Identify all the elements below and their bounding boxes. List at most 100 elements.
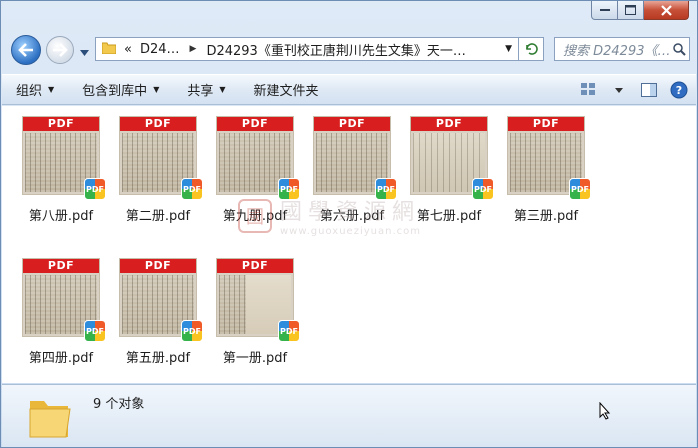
file-item[interactable]: PDF PDF 第九册.pdf: [207, 106, 303, 224]
pdf-app-icon: PDF: [278, 320, 300, 342]
maximize-button[interactable]: [618, 1, 644, 20]
file-list[interactable]: PDF PDF 第八册.pdf PDF PDF 第二册.pdf PDF PDF 第九册.pdf P…: [2, 106, 696, 383]
file-name: 第六册.pdf: [319, 209, 385, 224]
file-item[interactable]: PDF PDF 第六册.pdf: [304, 106, 400, 224]
mouse-cursor-icon: [599, 401, 611, 423]
file-item[interactable]: PDF PDF 第三册.pdf: [498, 106, 594, 224]
file-name: 第一册.pdf: [222, 351, 288, 366]
watermark-url: www.guoxueziyuan.com: [280, 226, 421, 237]
pdf-app-icon: PDF: [278, 178, 300, 200]
pdf-app-icon: PDF: [84, 178, 106, 200]
search-box[interactable]: 搜索 D24293《…: [554, 37, 690, 61]
file-name: 第四册.pdf: [28, 351, 94, 366]
pdf-app-icon: PDF: [375, 178, 397, 200]
preview-pane-icon: [641, 83, 657, 97]
share-label: 共享: [187, 84, 214, 99]
search-input[interactable]: 搜索 D24293《…: [555, 40, 669, 59]
pdf-label: PDF: [217, 117, 293, 131]
chevron-down-icon: ▼: [48, 85, 55, 94]
preview-pane-button[interactable]: [638, 79, 660, 101]
pdf-thumbnail: PDF PDF: [216, 258, 300, 342]
include-in-library-menu[interactable]: 包含到库中 ▼: [68, 75, 173, 104]
file-item[interactable]: PDF PDF 第五册.pdf: [110, 248, 206, 366]
file-item[interactable]: PDF PDF 第四册.pdf: [13, 248, 109, 366]
recent-pages-dropdown[interactable]: [80, 45, 89, 59]
pdf-thumbnail: PDF PDF: [313, 116, 397, 200]
pdf-thumbnail: PDF PDF: [22, 258, 106, 342]
view-options-button[interactable]: [578, 79, 600, 101]
explorer-window: « D24… ▶ D24293《重刊校正唐荆川先生文集》天一… ▼ 搜索 D24…: [0, 0, 698, 448]
pdf-label: PDF: [120, 117, 196, 131]
back-arrow-icon: [18, 43, 33, 57]
help-icon: ?: [670, 81, 688, 99]
forward-button[interactable]: [46, 36, 74, 64]
share-menu[interactable]: 共享 ▼: [173, 75, 239, 104]
help-button[interactable]: ?: [668, 79, 690, 101]
pdf-thumbnail: PDF PDF: [119, 258, 203, 342]
file-name: 第八册.pdf: [28, 209, 94, 224]
file-name: 第七册.pdf: [416, 209, 482, 224]
pdf-app-icon: PDF: [181, 320, 203, 342]
forward-arrow-icon: [53, 43, 68, 57]
details-pane: 9 个对象: [2, 384, 696, 447]
file-item[interactable]: PDF PDF 第一册.pdf: [207, 248, 303, 366]
pdf-thumbnail: PDF PDF: [119, 116, 203, 200]
close-icon: [660, 4, 672, 16]
command-bar: 组织 ▼ 包含到库中 ▼ 共享 ▼ 新建文件夹 ?: [2, 74, 696, 105]
svg-text:?: ?: [676, 84, 682, 97]
pdf-thumbnail: PDF PDF: [22, 116, 106, 200]
pdf-label: PDF: [314, 117, 390, 131]
window-controls: [591, 1, 689, 20]
folder-icon: [28, 393, 72, 442]
breadcrumb-separator-icon[interactable]: ▶: [184, 44, 203, 54]
breadcrumb-segment-parent[interactable]: D24…: [136, 42, 184, 57]
pdf-thumbnail: PDF PDF: [216, 116, 300, 200]
refresh-button[interactable]: [519, 37, 544, 61]
file-name: 第二册.pdf: [125, 209, 191, 224]
file-item[interactable]: PDF PDF 第七册.pdf: [401, 106, 497, 224]
breadcrumb-segment-current[interactable]: D24293《重刊校正唐荆川先生文集》天一…: [202, 40, 469, 59]
organize-label: 组织: [16, 84, 43, 99]
organize-menu[interactable]: 组织 ▼: [2, 75, 68, 104]
view-options-icon: [581, 83, 595, 95]
file-item[interactable]: PDF PDF 第二册.pdf: [110, 106, 206, 224]
new-folder-label: 新建文件夹: [253, 84, 319, 99]
pdf-thumbnail: PDF PDF: [410, 116, 494, 200]
file-item[interactable]: PDF PDF 第八册.pdf: [13, 106, 109, 224]
pdf-app-icon: PDF: [181, 178, 203, 200]
back-button[interactable]: [11, 35, 41, 65]
minimize-icon: [599, 9, 610, 11]
pdf-label: PDF: [508, 117, 584, 131]
chevron-down-icon: [80, 50, 89, 56]
maximize-icon: [625, 5, 636, 15]
pdf-thumbnail: PDF PDF: [507, 116, 591, 200]
refresh-icon: [526, 43, 538, 55]
breadcrumb-root[interactable]: «: [120, 42, 136, 57]
toolbar-right-group: ?: [578, 79, 690, 101]
item-count: 9 个对象: [93, 397, 145, 412]
pdf-label: PDF: [23, 259, 99, 273]
pdf-app-icon: PDF: [472, 178, 494, 200]
folder-icon: [101, 41, 117, 58]
file-name: 第五册.pdf: [125, 351, 191, 366]
pdf-app-icon: PDF: [84, 320, 106, 342]
view-dropdown-button[interactable]: [608, 79, 630, 101]
pdf-app-icon: PDF: [569, 178, 591, 200]
pdf-label: PDF: [120, 259, 196, 273]
chevron-down-icon: ▼: [153, 85, 160, 94]
search-icon[interactable]: [669, 42, 689, 56]
include-in-library-label: 包含到库中: [82, 84, 148, 99]
address-bar[interactable]: « D24… ▶ D24293《重刊校正唐荆川先生文集》天一… ▼: [95, 37, 519, 61]
address-dropdown-icon[interactable]: ▼: [505, 44, 512, 54]
navigation-row: « D24… ▶ D24293《重刊校正唐荆川先生文集》天一… ▼ 搜索 D24…: [1, 31, 698, 71]
minimize-button[interactable]: [591, 1, 618, 20]
close-button[interactable]: [644, 1, 689, 20]
pdf-label: PDF: [411, 117, 487, 131]
chevron-down-icon: [615, 87, 623, 93]
pdf-label: PDF: [23, 117, 99, 131]
chevron-down-icon: ▼: [219, 85, 226, 94]
file-name: 第三册.pdf: [513, 209, 579, 224]
pdf-label: PDF: [217, 259, 293, 273]
file-name: 第九册.pdf: [222, 209, 288, 224]
new-folder-button[interactable]: 新建文件夹: [240, 75, 333, 104]
